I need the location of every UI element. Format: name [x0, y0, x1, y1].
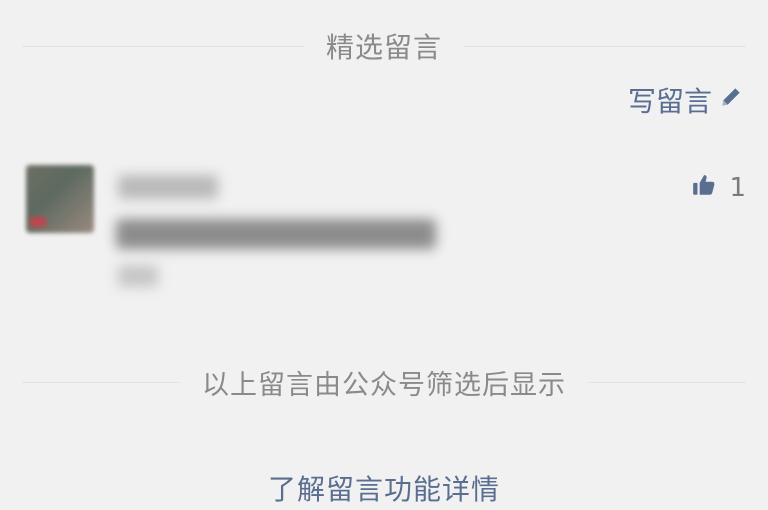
thumbs-up-icon: [691, 172, 717, 205]
like-count: 1: [729, 173, 746, 203]
divider-right: [588, 381, 746, 383]
section-title: 精选留言: [326, 31, 443, 64]
divider-right: [464, 45, 747, 47]
featured-comments-header: 精选留言: [22, 26, 747, 66]
write-comment-button[interactable]: 写留言: [628, 80, 744, 120]
comment-item: 1: [26, 165, 746, 295]
featured-comments-page: 精选留言 写留言 1 以上留言由公众号筛选后显示 了解留言功能详情: [0, 0, 768, 510]
filter-notice-text: 以上留言由公众号筛选后显示: [202, 369, 566, 401]
filter-notice: 以上留言由公众号筛选后显示: [22, 362, 746, 402]
commenter-name-blurred: [118, 175, 218, 199]
learn-more-link[interactable]: 了解留言功能详情: [0, 468, 768, 510]
divider-left: [22, 45, 304, 47]
comment-time-blurred: [118, 265, 158, 287]
avatar: [26, 165, 94, 233]
comment-text-blurred: [116, 219, 436, 249]
pencil-icon: [718, 84, 744, 117]
like-button[interactable]: 1: [691, 171, 746, 205]
write-comment-label: 写留言: [627, 85, 712, 118]
divider-left: [22, 381, 180, 383]
